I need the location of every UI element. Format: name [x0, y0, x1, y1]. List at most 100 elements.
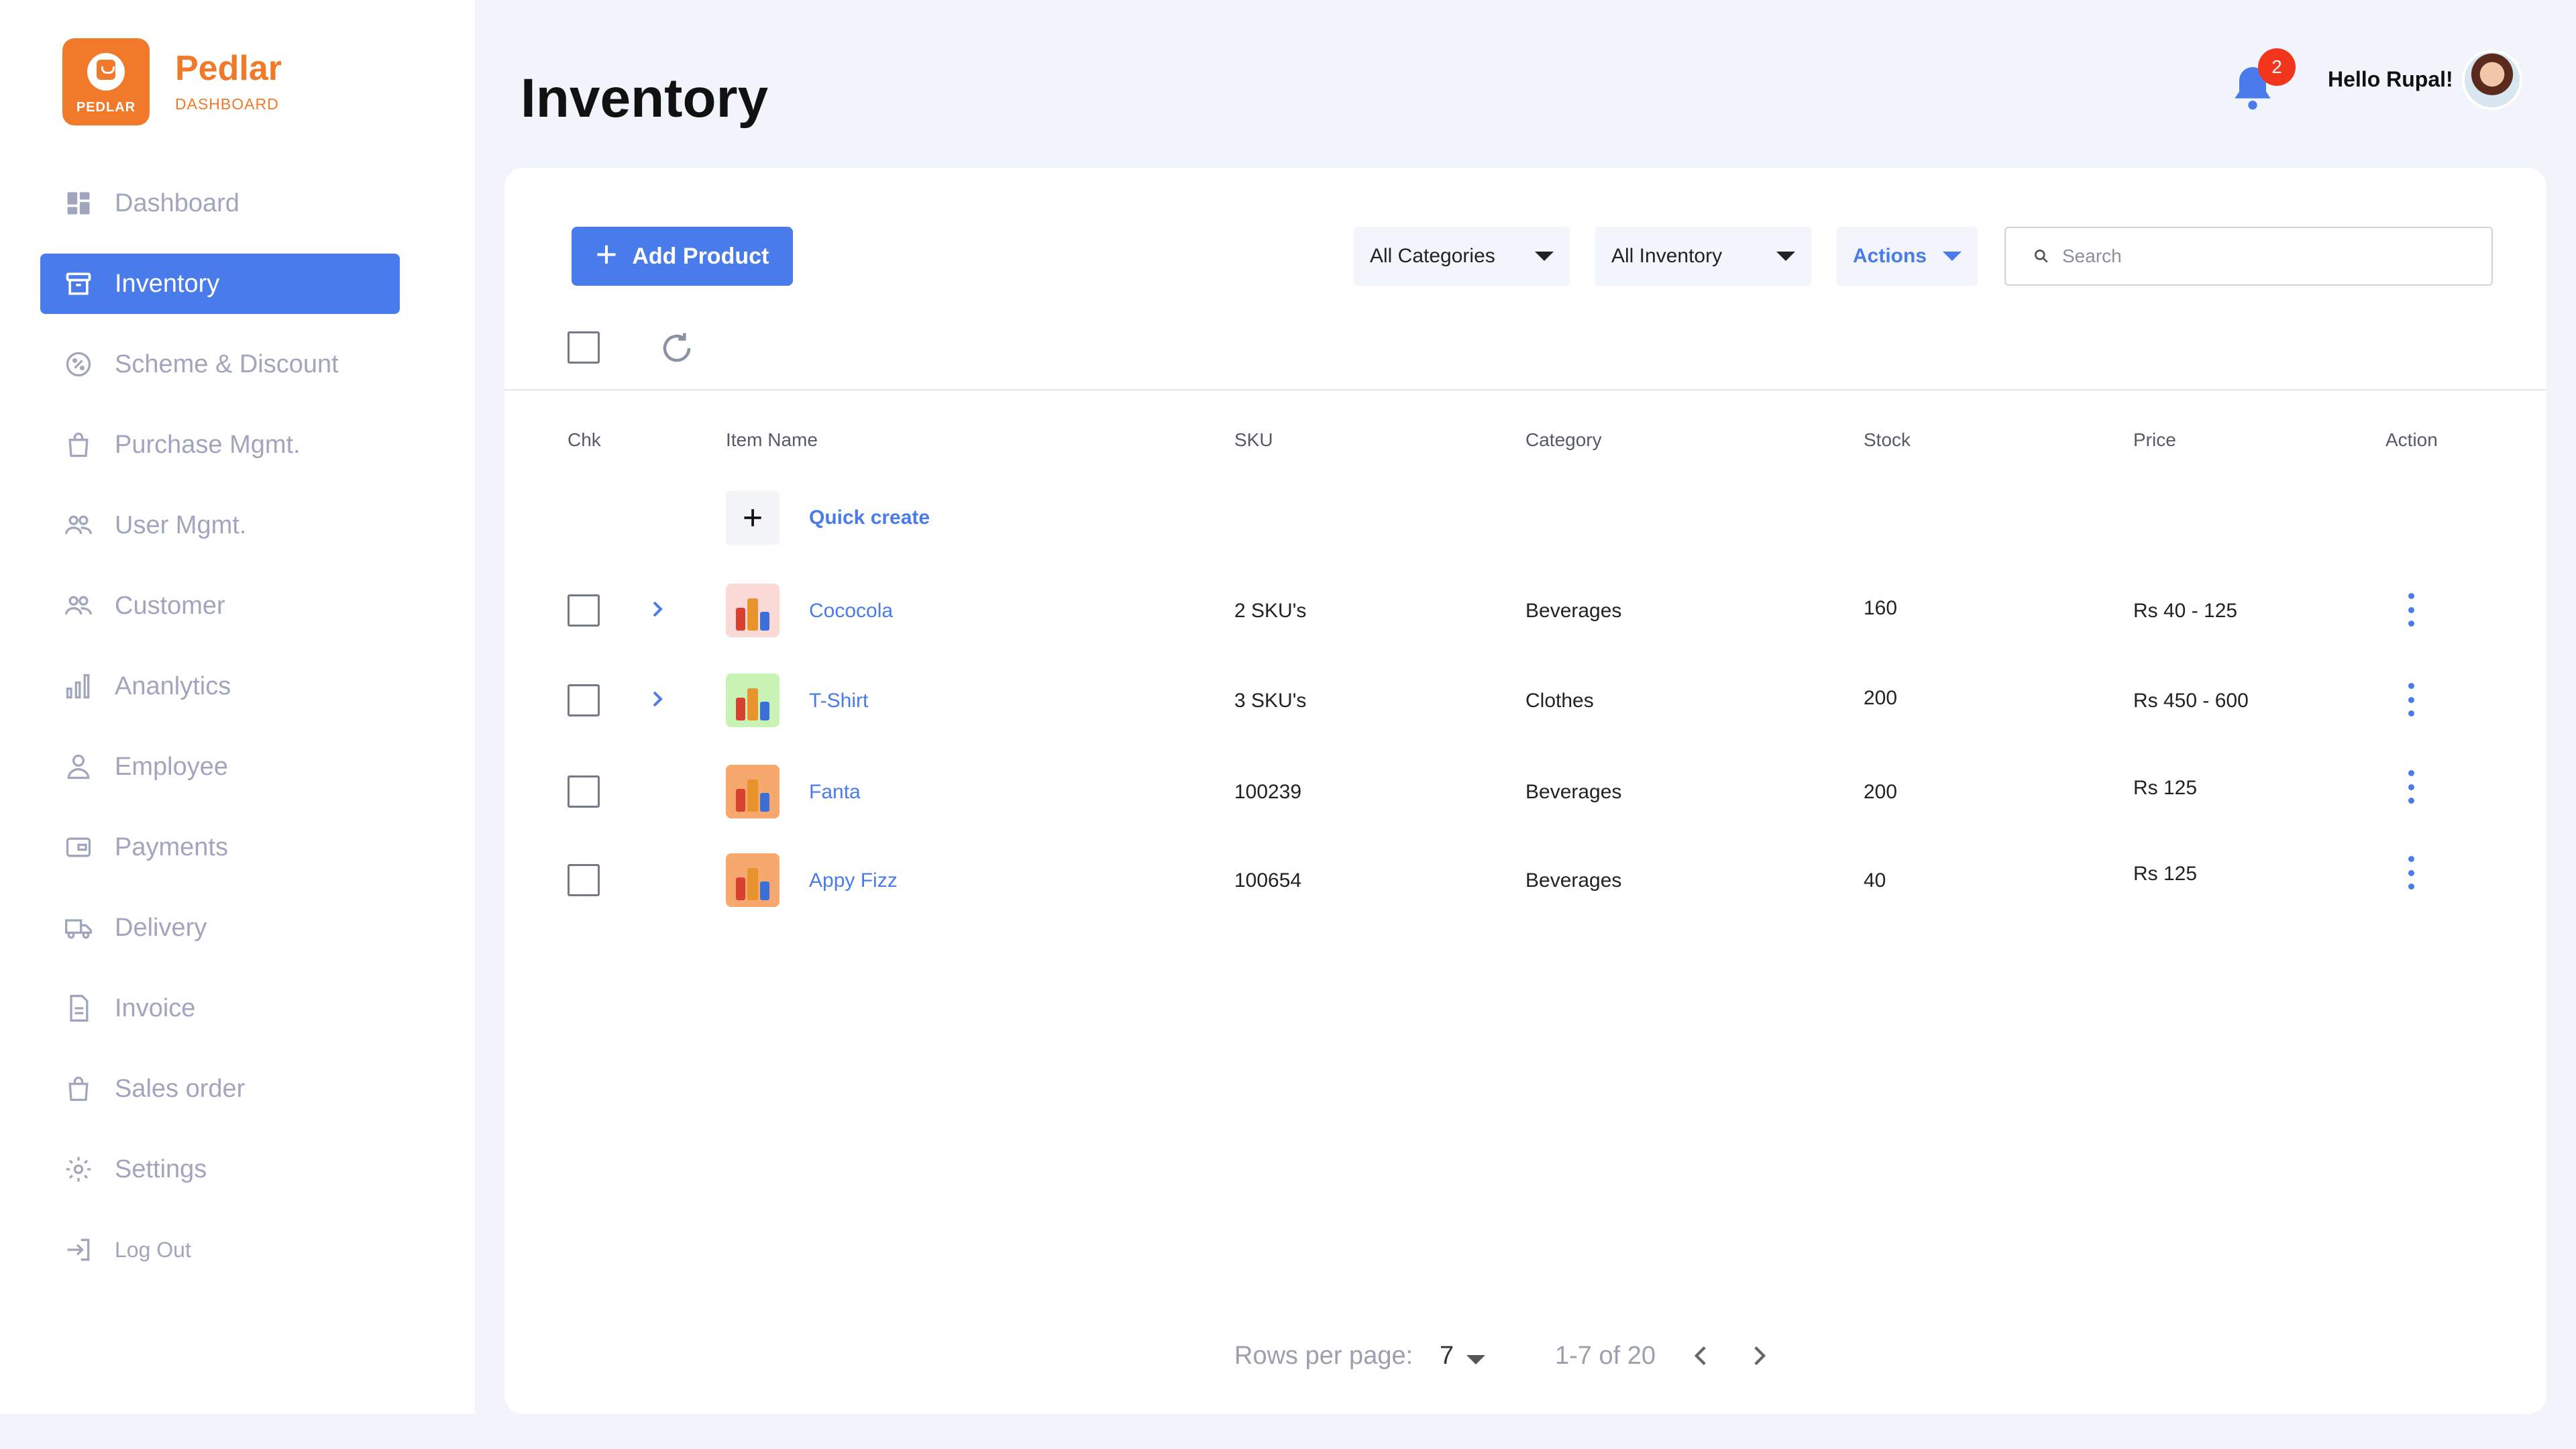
sidebar-item-settings[interactable]: Settings: [40, 1139, 400, 1199]
sku-cell: 100239: [1234, 781, 1302, 803]
sku-cell: 2 SKU's: [1234, 600, 1307, 622]
plus-icon: +: [595, 233, 618, 275]
column-header-chk: Chk: [568, 429, 601, 450]
chevron-right-icon[interactable]: [644, 596, 671, 623]
more-vertical-icon[interactable]: [2407, 593, 2415, 627]
stock-cell: 200: [1864, 687, 1898, 709]
category-filter-dropdown[interactable]: All Categories: [1354, 227, 1570, 286]
sidebar-item-delivery[interactable]: Delivery: [40, 898, 400, 958]
quick-create[interactable]: + Quick create: [726, 491, 930, 545]
avatar[interactable]: [2462, 50, 2522, 110]
row-checkbox[interactable]: [568, 775, 600, 808]
sku-cell: 3 SKU's: [1234, 690, 1307, 712]
chevron-right-icon[interactable]: [644, 686, 671, 712]
table-row[interactable]: Fanta 100239 Beverages 200 Rs 125: [504, 765, 2546, 818]
select-all-checkbox[interactable]: [568, 331, 600, 364]
dashboard-icon: [64, 189, 93, 218]
column-header-sku: SKU: [1234, 429, 1273, 450]
sidebar-item-label: Customer: [115, 591, 225, 620]
more-vertical-icon[interactable]: [2407, 770, 2415, 804]
product-thumbnail: [726, 853, 780, 907]
category-cell: Beverages: [1525, 869, 1622, 892]
users-icon: [64, 511, 93, 540]
price-cell: Rs 40 - 125: [2133, 600, 2238, 622]
rows-per-page-label: Rows per page:: [1234, 1342, 1413, 1370]
table-row[interactable]: Cococola 2 SKU's Beverages 160 Rs 40 - 1…: [504, 584, 2546, 637]
column-header-item-name: Item Name: [726, 429, 818, 450]
brand-name: Pedlar: [175, 48, 282, 88]
item-name-link[interactable]: Fanta: [809, 781, 861, 804]
sidebar-item-payments[interactable]: Payments: [40, 817, 400, 877]
wallet-icon: [64, 833, 93, 862]
brand-subtitle: DASHBOARD: [175, 95, 279, 113]
sidebar-item-sales-order[interactable]: Sales order: [40, 1059, 400, 1119]
sidebar-item-dashboard[interactable]: Dashboard: [40, 173, 400, 233]
sidebar-item-label: Sales order: [115, 1074, 246, 1103]
chevron-left-icon[interactable]: [1684, 1339, 1717, 1373]
search-placeholder: Search: [2062, 246, 2122, 266]
price-cell: Rs 450 - 600: [2133, 690, 2249, 712]
column-header-action: Action: [2385, 429, 2438, 450]
item-name-link[interactable]: Cococola: [809, 600, 893, 623]
sku-cell: 100654: [1234, 869, 1302, 892]
sidebar-item-label: Delivery: [115, 913, 207, 942]
table-row[interactable]: T-Shirt 3 SKU's Clothes 200 Rs 450 - 600: [504, 674, 2546, 727]
sidebar-item-label: Scheme & Discount: [115, 350, 339, 378]
actions-dropdown[interactable]: Actions: [1837, 227, 1978, 286]
sidebar-item-scheme-discount[interactable]: Scheme & Discount: [40, 334, 400, 394]
category-cell: Beverages: [1525, 600, 1622, 622]
page-title: Inventory: [521, 68, 769, 129]
sidebar-item-logout[interactable]: Log Out: [40, 1220, 400, 1280]
sidebar-item-label: Invoice: [115, 994, 196, 1022]
more-vertical-icon[interactable]: [2407, 856, 2415, 890]
rows-per-page-select[interactable]: 7: [1440, 1342, 1454, 1371]
sidebar-item-customer[interactable]: Customer: [40, 576, 400, 636]
row-checkbox[interactable]: [568, 594, 600, 627]
product-thumbnail: [726, 584, 780, 637]
sidebar-item-inventory[interactable]: Inventory: [40, 254, 400, 314]
sidebar-item-invoice[interactable]: Invoice: [40, 978, 400, 1038]
sidebar-item-label: Settings: [115, 1155, 207, 1183]
inventory-filter-dropdown[interactable]: All Inventory: [1595, 227, 1811, 286]
employee-icon: [64, 752, 93, 782]
sidebar-item-analytics[interactable]: Ananlytics: [40, 656, 400, 716]
inventory-panel: + Add Product All Categories All Invento…: [504, 168, 2546, 1414]
table-row[interactable]: Appy Fizz 100654 Beverages 40 Rs 125: [504, 853, 2546, 907]
refresh-icon[interactable]: [659, 330, 695, 366]
brand-logo: PEDLAR: [62, 38, 150, 125]
plus-icon[interactable]: +: [726, 491, 780, 545]
shopping-bag-icon: [87, 53, 125, 91]
sidebar-nav: Dashboard Inventory Scheme & Discount Pu…: [40, 173, 400, 1300]
brand[interactable]: PEDLAR Pedlar DASHBOARD: [62, 38, 282, 125]
column-header-category: Category: [1525, 429, 1602, 450]
sidebar-item-purchase-mgmt[interactable]: Purchase Mgmt.: [40, 415, 400, 475]
item-name-link[interactable]: T-Shirt: [809, 690, 868, 712]
chevron-right-icon[interactable]: [1743, 1339, 1776, 1373]
column-header-price: Price: [2133, 429, 2176, 450]
customer-icon: [64, 591, 93, 621]
invoice-icon: [64, 994, 93, 1023]
truck-icon: [64, 913, 93, 943]
caret-down-icon: [1943, 252, 1962, 261]
sidebar-item-label: Dashboard: [115, 189, 239, 217]
sidebar: PEDLAR Pedlar DASHBOARD Dashboard Invent…: [0, 0, 475, 1414]
sidebar-item-label: Employee: [115, 752, 228, 781]
price-cell: Rs 125: [2133, 863, 2198, 885]
quick-create-label: Quick create: [809, 506, 930, 529]
inventory-filter-value: All Inventory: [1611, 245, 1723, 267]
row-checkbox[interactable]: [568, 864, 600, 896]
caret-down-icon[interactable]: [1466, 1355, 1485, 1364]
sidebar-item-employee[interactable]: Employee: [40, 737, 400, 797]
category-cell: Beverages: [1525, 781, 1622, 803]
add-product-label: Add Product: [632, 243, 769, 269]
sidebar-item-label: Purchase Mgmt.: [115, 430, 301, 459]
more-vertical-icon[interactable]: [2407, 683, 2415, 716]
category-filter-value: All Categories: [1370, 245, 1495, 267]
row-checkbox[interactable]: [568, 684, 600, 716]
logout-icon: [64, 1235, 93, 1265]
add-product-button[interactable]: + Add Product: [572, 227, 793, 286]
search-input[interactable]: Search: [2004, 227, 2493, 286]
sidebar-item-user-mgmt[interactable]: User Mgmt.: [40, 495, 400, 555]
bag-icon: [64, 1074, 93, 1104]
item-name-link[interactable]: Appy Fizz: [809, 869, 898, 892]
